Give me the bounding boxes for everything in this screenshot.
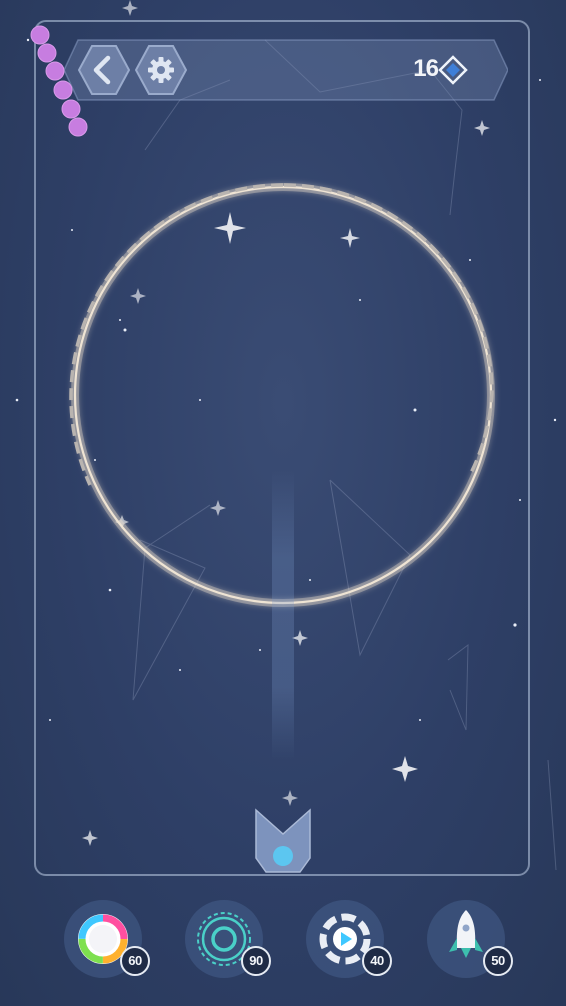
powerup-cost: 40 <box>362 946 392 976</box>
powerup-slow-motion[interactable]: 40 <box>306 900 396 986</box>
aim-beam <box>272 470 294 760</box>
ball-chain <box>30 25 88 137</box>
powerup-color-wheel[interactable]: 60 <box>64 900 154 986</box>
powerup-rocket[interactable]: 50 <box>427 900 517 986</box>
diamond-icon <box>438 55 468 85</box>
chain-ball <box>30 25 88 137</box>
gear-icon <box>148 57 174 83</box>
powerup-cost: 60 <box>120 946 150 976</box>
powerup-cost: 90 <box>241 946 271 976</box>
powerup-cost: 50 <box>483 946 513 976</box>
powerup-shield-ring[interactable]: 90 <box>185 900 275 986</box>
ball-shooter[interactable] <box>250 808 316 878</box>
next-ball <box>273 846 293 866</box>
gem-count: 16 <box>413 55 439 82</box>
settings-button[interactable] <box>135 44 187 96</box>
